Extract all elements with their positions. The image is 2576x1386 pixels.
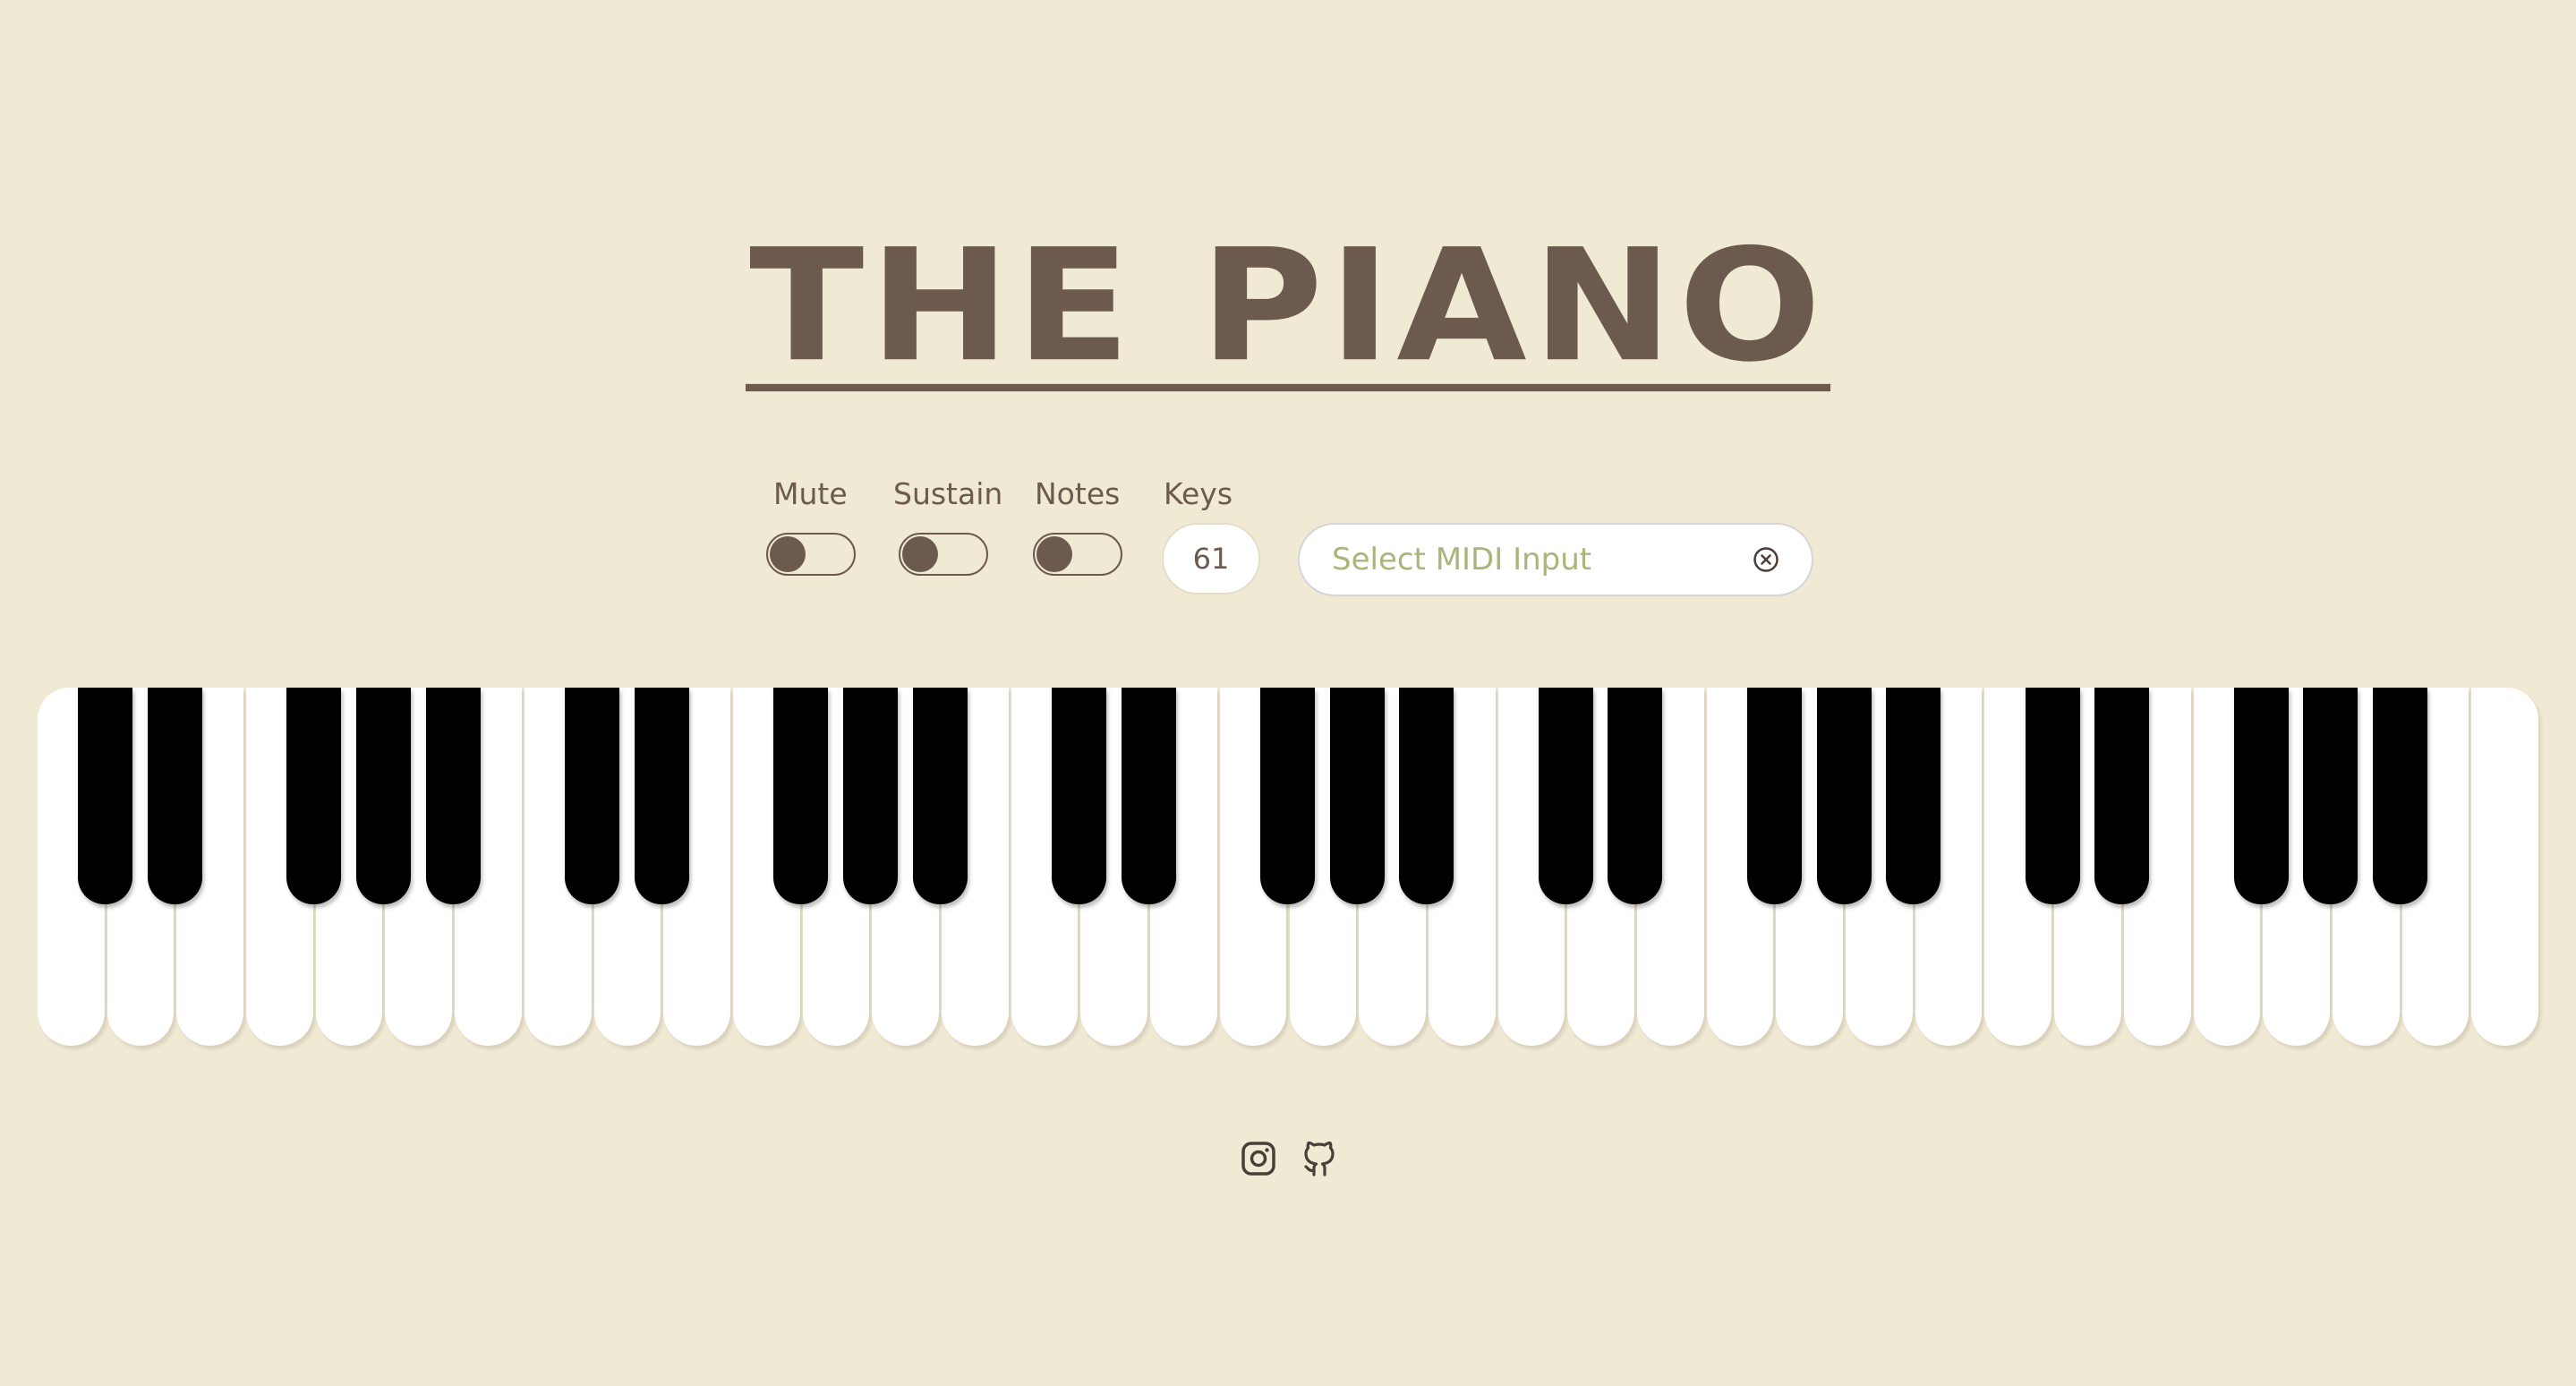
notes-label: Notes xyxy=(1035,476,1121,511)
white-key[interactable] xyxy=(2471,688,2538,1046)
black-key[interactable] xyxy=(1121,688,1176,904)
black-key[interactable] xyxy=(2303,688,2358,904)
black-key[interactable] xyxy=(1746,688,1802,904)
black-key[interactable] xyxy=(425,688,481,904)
mute-label: Mute xyxy=(773,476,848,511)
sustain-label: Sustain xyxy=(893,476,1003,511)
keys-label: Keys xyxy=(1164,476,1233,511)
midi-input-placeholder: Select MIDI Input xyxy=(1332,542,1592,578)
black-key[interactable] xyxy=(355,688,411,904)
black-key[interactable] xyxy=(1051,688,1106,904)
notes-control: Notes xyxy=(1033,475,1122,576)
notes-toggle[interactable] xyxy=(1033,533,1122,576)
circle-x-icon[interactable] xyxy=(1753,546,1779,573)
black-key[interactable] xyxy=(1329,688,1385,904)
piano-keyboard xyxy=(38,688,2541,1048)
keys-count-input[interactable]: 61 xyxy=(1162,523,1260,595)
black-key[interactable] xyxy=(1608,688,1663,904)
black-key[interactable] xyxy=(286,688,342,904)
sustain-toggle[interactable] xyxy=(899,533,988,576)
black-key[interactable] xyxy=(1260,688,1315,904)
black-key[interactable] xyxy=(2094,688,2150,904)
black-key[interactable] xyxy=(634,688,689,904)
mute-control: Mute xyxy=(766,475,856,576)
black-key[interactable] xyxy=(565,688,620,904)
mute-toggle[interactable] xyxy=(766,533,856,576)
black-key[interactable] xyxy=(147,688,202,904)
page-title-text: THE PIANO xyxy=(746,228,1830,392)
black-key[interactable] xyxy=(2025,688,2080,904)
keys-control: Keys 61 xyxy=(1162,475,1260,595)
notes-toggle-knob xyxy=(1036,536,1072,572)
black-key[interactable] xyxy=(912,688,968,904)
black-key[interactable] xyxy=(1886,688,1941,904)
black-key[interactable] xyxy=(842,688,898,904)
sustain-toggle-knob xyxy=(902,536,938,572)
sustain-control: Sustain xyxy=(893,475,1003,576)
midi-input-select[interactable]: Select MIDI Input xyxy=(1298,523,1813,596)
black-key[interactable] xyxy=(1538,688,1593,904)
black-key[interactable] xyxy=(773,688,829,904)
black-key[interactable] xyxy=(1399,688,1454,904)
mute-toggle-knob xyxy=(770,536,806,572)
black-key[interactable] xyxy=(2233,688,2289,904)
black-key[interactable] xyxy=(1816,688,1872,904)
black-key[interactable] xyxy=(2373,688,2428,904)
instagram-icon[interactable] xyxy=(1239,1139,1278,1178)
page-title: THE PIANO xyxy=(0,222,2576,398)
black-key[interactable] xyxy=(78,688,133,904)
github-icon[interactable] xyxy=(1300,1139,1339,1178)
